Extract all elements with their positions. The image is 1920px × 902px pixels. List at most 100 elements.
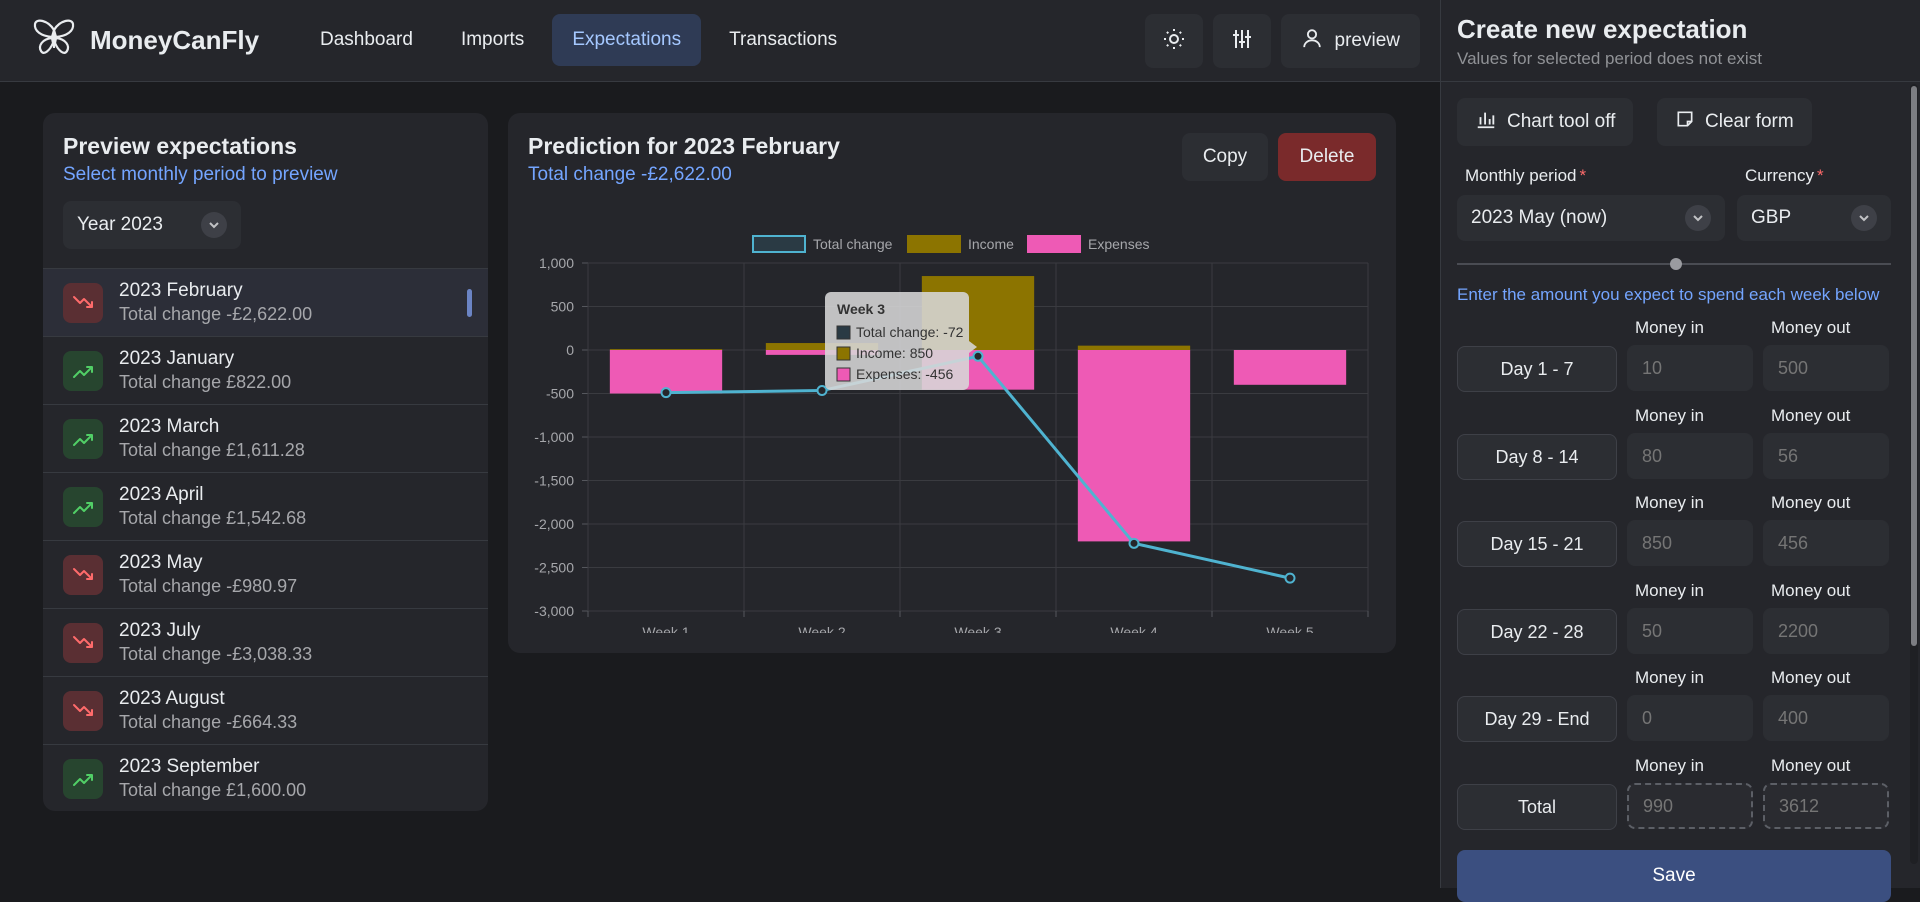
money-in-input[interactable] <box>1627 345 1753 391</box>
x-tick-label: Week 5 <box>1266 624 1313 633</box>
y-tick-label: 500 <box>551 299 575 315</box>
money-in-label: Money in <box>1635 668 1704 687</box>
total-change-point[interactable] <box>1128 537 1140 549</box>
money-out-input[interactable] <box>1763 520 1889 566</box>
money-in-input[interactable] <box>1627 695 1753 741</box>
total-change-point[interactable] <box>660 387 672 399</box>
brand[interactable]: MoneyCanFly <box>32 18 259 63</box>
note-icon <box>1675 109 1695 135</box>
expenses-bar[interactable] <box>1077 350 1191 542</box>
income-bar[interactable] <box>1077 345 1191 350</box>
money-in-input[interactable] <box>1627 433 1753 479</box>
expenses-bar[interactable] <box>1233 350 1347 385</box>
trending-down-icon <box>63 554 103 595</box>
money-out-input[interactable] <box>1763 345 1889 391</box>
period-slider-thumb[interactable] <box>1670 258 1682 270</box>
nav-transactions[interactable]: Transactions <box>709 14 857 66</box>
year-select-value: Year 2023 <box>77 214 163 235</box>
money-out-label: Money out <box>1771 406 1851 425</box>
month-total: Total change -£2,622.00 <box>119 304 313 324</box>
income-bar[interactable] <box>609 349 723 350</box>
month-item[interactable]: 2023 May Total change -£980.97 <box>43 540 488 608</box>
money-out-input[interactable] <box>1763 695 1889 741</box>
money-in-input[interactable] <box>1627 520 1753 566</box>
period-row-label: Day 29 - End <box>1457 696 1617 742</box>
top-bar: MoneyCanFly Dashboard Imports Expectatio… <box>0 0 1440 82</box>
nav-expectations[interactable]: Expectations <box>552 14 702 66</box>
y-tick-label: 1,000 <box>539 255 574 271</box>
period-select[interactable]: 2023 May (now) <box>1457 195 1725 241</box>
nav-dashboard[interactable]: Dashboard <box>300 14 433 66</box>
month-item[interactable]: 2023 February Total change -£2,622.00 <box>43 268 488 336</box>
money-out-label: Money out <box>1771 756 1851 775</box>
trending-down-icon <box>63 690 103 731</box>
copy-button[interactable]: Copy <box>1182 133 1268 181</box>
month-name: 2023 January <box>119 348 235 369</box>
user-label: preview <box>1334 30 1400 51</box>
nav-imports[interactable]: Imports <box>441 14 544 66</box>
month-item[interactable]: 2023 August Total change -£664.33 <box>43 676 488 744</box>
tooltip-swatch <box>836 367 851 382</box>
money-out-input[interactable] <box>1763 608 1889 654</box>
currency-select[interactable]: GBP <box>1737 195 1891 241</box>
month-item[interactable]: 2023 March Total change £1,611.28 <box>43 404 488 472</box>
income-legend-swatch[interactable] <box>907 235 961 253</box>
total-change-legend-label[interactable]: Total change <box>813 236 893 252</box>
total-change-legend-swatch[interactable] <box>752 235 806 253</box>
create-expectation-panel: Create new expectation Values for select… <box>1440 0 1920 902</box>
sun-icon <box>1162 27 1186 56</box>
month-item[interactable]: 2023 July Total change -£3,038.33 <box>43 608 488 676</box>
expenses-bar[interactable] <box>609 350 723 394</box>
x-tick-label: Week 1 <box>642 624 689 633</box>
clear-form-button[interactable]: Clear form <box>1657 98 1812 146</box>
x-tick-label: Week 4 <box>1110 624 1157 633</box>
total-change-point[interactable] <box>1284 572 1296 584</box>
income-legend-label[interactable]: Income <box>968 236 1014 252</box>
month-name: 2023 August <box>119 688 225 709</box>
tooltip-line: Total change: -72 <box>856 324 964 340</box>
money-in-label: Money in <box>1635 581 1704 600</box>
month-name: 2023 July <box>119 620 201 641</box>
period-row-label: Day 15 - 21 <box>1457 521 1617 567</box>
expenses-legend-label[interactable]: Expenses <box>1088 236 1149 252</box>
y-tick-label: -1,000 <box>534 429 574 445</box>
panel-scrollbar-thumb[interactable] <box>1911 86 1917 646</box>
month-total: Total change £1,542.68 <box>119 508 307 528</box>
prediction-chart[interactable]: 1,000 500 0 -500 -1,000 -1,500 -2,000 -2,500 -3,… <box>508 213 1396 633</box>
tooltip-title: Week 3 <box>837 301 885 317</box>
save-button[interactable]: Save <box>1457 850 1891 902</box>
money-in-input[interactable] <box>1627 608 1753 654</box>
delete-button[interactable]: Delete <box>1278 133 1376 181</box>
expenses-legend-swatch[interactable] <box>1027 235 1081 253</box>
y-tick-label: -1,500 <box>534 473 574 489</box>
chart-tool-button[interactable]: Chart tool off <box>1457 98 1634 146</box>
theme-toggle-button[interactable] <box>1144 14 1203 68</box>
prediction-subtitle: Total change -£2,622.00 <box>528 164 732 185</box>
total-change-point[interactable] <box>972 350 984 362</box>
prediction-title: Prediction for 2023 February <box>528 133 840 159</box>
month-item[interactable]: 2023 April Total change £1,542.68 <box>43 472 488 540</box>
money-out-input[interactable] <box>1763 433 1889 479</box>
tooltip-swatch <box>836 325 851 340</box>
month-total: Total change £1,611.28 <box>119 440 305 460</box>
month-item[interactable]: 2023 September Total change £1,600.00 <box>43 744 488 811</box>
trending-up-icon <box>63 758 103 799</box>
form-hint: Enter the amount you expect to spend eac… <box>1457 285 1880 304</box>
y-tick-label: 0 <box>566 342 574 358</box>
month-total: Total change £822.00 <box>119 372 292 392</box>
chevron-down-icon <box>1685 205 1711 231</box>
trending-up-icon <box>63 486 103 527</box>
currency-value: GBP <box>1751 207 1792 228</box>
x-tick-label: Week 2 <box>798 624 845 633</box>
month-list: 2023 February Total change -£2,622.00 2023… <box>43 268 488 811</box>
total-change-point[interactable] <box>816 385 828 397</box>
month-name: 2023 September <box>119 756 260 777</box>
year-select[interactable]: Year 2023 <box>63 201 241 249</box>
month-item[interactable]: 2023 January Total change £822.00 <box>43 336 488 404</box>
user-menu-button[interactable]: preview <box>1280 14 1420 68</box>
sliders-icon <box>1230 27 1254 56</box>
money-out-label: Money out <box>1771 581 1851 600</box>
settings-button[interactable] <box>1212 14 1271 68</box>
period-row-label: Day 8 - 14 <box>1457 434 1617 480</box>
month-total: Total change -£664.33 <box>119 712 298 732</box>
